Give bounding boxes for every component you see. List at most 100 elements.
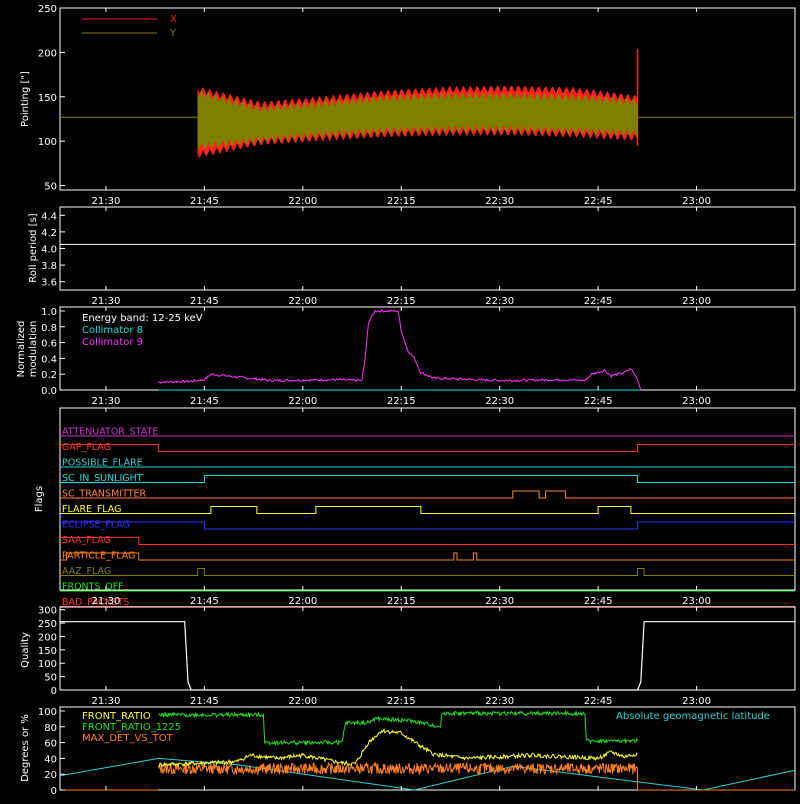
ratios-panel: 100 80 60 40 20 0 Degrees or % FRONT_RATIO FR… (20, 706, 796, 797)
rhessi-quicklook-figure: 250 200 150 100 50 21:30 21:45 22:00 22:15 22:30… (0, 0, 800, 800)
x-tick-label: 23:00 (682, 296, 711, 307)
x-tick-label: 22:30 (485, 596, 514, 607)
x-tick-label: 22:00 (288, 596, 317, 607)
x-tick-label: 21:45 (190, 296, 219, 307)
y-tick-label: 200 (38, 632, 57, 643)
x-tick-label: 23:00 (682, 596, 711, 607)
ratios-legend-front-ratio-1225: FRONT_RATIO_1225 (82, 722, 181, 733)
y-tick-label: 0.2 (41, 370, 57, 381)
ratios-legend-front-ratio: FRONT_RATIO (82, 711, 151, 722)
ratios-ylabel: Degrees or % (20, 714, 31, 782)
modulation-legend-coll9: Collimator 9 (82, 337, 143, 348)
quality-panel: 300 250 200 150 100 50 0 21:30 21:45 22:00 22:15 2… (20, 606, 796, 707)
quicklook-svg: 25020015010050 21:30 21:45 22:00 22:15 22:30… (16, 4, 796, 797)
x-tick-label: 22:15 (387, 596, 416, 607)
y-tick-label: 100 (38, 137, 57, 148)
y-tick-label: 50 (44, 673, 57, 684)
flag-label: SC_TRANSMITTER (62, 489, 147, 500)
x-tick-label: 21:45 (190, 396, 219, 407)
x-tick-label: 22:45 (584, 596, 613, 607)
y-tick-label: 1.0 (41, 307, 57, 318)
flag-label: SAA_FLAG (62, 535, 111, 546)
y-tick-label: 3.6 (41, 278, 57, 289)
x-tick-label: 22:45 (584, 196, 613, 207)
x-tick-label: 22:00 (288, 396, 317, 407)
flag-label: FLARE_FLAG (62, 504, 122, 515)
y-tick-label: 40 (44, 754, 57, 765)
x-tick-label: 22:45 (584, 696, 613, 707)
flag-label: FRONTS_OFF (62, 582, 124, 593)
x-tick-label: 22:00 (288, 196, 317, 207)
ratios-front-ratio-line (158, 728, 638, 768)
x-tick-label: 21:30 (92, 296, 121, 307)
flag-label: PARTICLE_FLAG (62, 551, 135, 562)
pointing-ylabel: Pointing ["] (20, 71, 31, 127)
roll-yticks: 4.4 4.2 4.0 3.8 3.6 (41, 211, 65, 289)
flags-axes-frame (59, 407, 796, 591)
pointing-legend: X Y (82, 14, 177, 39)
y-tick-label: 0.0 (41, 386, 57, 397)
roll-panel: 4.4 4.2 4.0 3.8 3.6 21:30 21:45 22:00 22:15 22:3… (28, 206, 796, 307)
roll-axes-frame (59, 206, 796, 291)
x-tick-label: 21:30 (92, 196, 121, 207)
ratios-geomag-line (59, 757, 796, 791)
modulation-legend-band: Energy band: 12-25 keV (82, 313, 203, 324)
x-tick-label: 22:45 (584, 296, 613, 307)
modulation-legend-coll8: Collimator 8 (82, 325, 143, 336)
y-tick-label: 300 (38, 606, 57, 617)
x-tick-label: 22:15 (387, 196, 416, 207)
x-tick-label: 21:30 (92, 696, 121, 707)
y-tick-label: 4.2 (41, 228, 57, 239)
flag-label: ECLIPSE_FLAG (62, 520, 130, 531)
y-tick-label: 250 (38, 4, 57, 15)
y-tick-label: 0.4 (41, 354, 57, 365)
x-tick-label: 22:15 (387, 296, 416, 307)
y-tick-label: 0.8 (41, 323, 57, 334)
modulation-yticks: 1.0 0.8 0.6 0.4 0.2 0.0 (41, 307, 65, 397)
x-tick-label: 22:30 (485, 196, 514, 207)
y-tick-label: 4.0 (41, 245, 57, 256)
modulation-ylabel-line1: Normalized (16, 321, 27, 378)
pointing-panel: 250 200 150 100 50 21:30 21:45 22:00 22:15 22:30… (20, 4, 796, 207)
roll-xticks: 21:30 21:45 22:00 22:15 22:30 22:45 23:00 (92, 207, 711, 307)
x-tick-label: 22:15 (387, 696, 416, 707)
y-tick-label: 0.6 (41, 339, 57, 350)
flag-line-gap-flag (60, 444, 795, 452)
quality-ylabel: Quality (20, 632, 31, 668)
quality-axes-frame (59, 606, 796, 691)
pointing-yticks: 250 200 150 100 50 (38, 4, 65, 193)
flag-line-sc-transmitter (60, 490, 795, 499)
modulation-data-layer (158, 309, 642, 391)
x-tick-label: 22:30 (485, 396, 514, 407)
flag-line-flare-flag (60, 506, 795, 514)
ratios-legend-max-det: MAX_DET_VS_TOT (82, 733, 174, 744)
x-tick-label: 22:00 (288, 696, 317, 707)
modulation-coll9-line (158, 309, 642, 391)
x-tick-label: 22:00 (288, 296, 317, 307)
legend-label-x: X (170, 14, 177, 25)
x-tick-label: 21:45 (190, 196, 219, 207)
flags-xticks: 21:30 21:45 22:00 22:15 22:30 22:45 23:00 (92, 408, 711, 607)
y-tick-label: 50 (44, 182, 57, 193)
y-tick-label: 250 (38, 619, 57, 630)
quality-yticks: 300 250 200 150 100 50 0 (38, 606, 65, 697)
flag-label: ATTENUATOR_STATE (62, 427, 158, 438)
x-tick-label: 22:30 (485, 296, 514, 307)
modulation-panel: 1.0 0.8 0.6 0.4 0.2 0.0 21:30 21:45 22:00 22:15 2… (16, 306, 796, 407)
x-tick-label: 21:30 (92, 596, 121, 607)
x-tick-label: 23:00 (682, 396, 711, 407)
x-tick-label: 21:45 (190, 696, 219, 707)
y-tick-label: 100 (38, 659, 57, 670)
flag-label: SC_IN_SUNLIGHT (62, 473, 143, 484)
x-tick-label: 23:00 (682, 196, 711, 207)
y-tick-label: 0 (51, 786, 57, 797)
flag-line-sc-in-sunlight (60, 475, 795, 483)
ratios-legend-geomag: Absolute geomagnetic latitude (616, 711, 770, 722)
flags-panel: ATTENUATOR_STATE GAP_FLAG POSSIBLE_FLARE SC… (34, 407, 796, 608)
flag-line-eclipse-flag (60, 521, 795, 530)
x-tick-label: 22:15 (387, 396, 416, 407)
x-tick-label: 21:45 (190, 596, 219, 607)
flag-line-aaz-flag (60, 568, 795, 576)
flags-data-layer: ATTENUATOR_STATE GAP_FLAG POSSIBLE_FLARE SC… (60, 427, 795, 608)
y-tick-label: 200 (38, 48, 57, 59)
